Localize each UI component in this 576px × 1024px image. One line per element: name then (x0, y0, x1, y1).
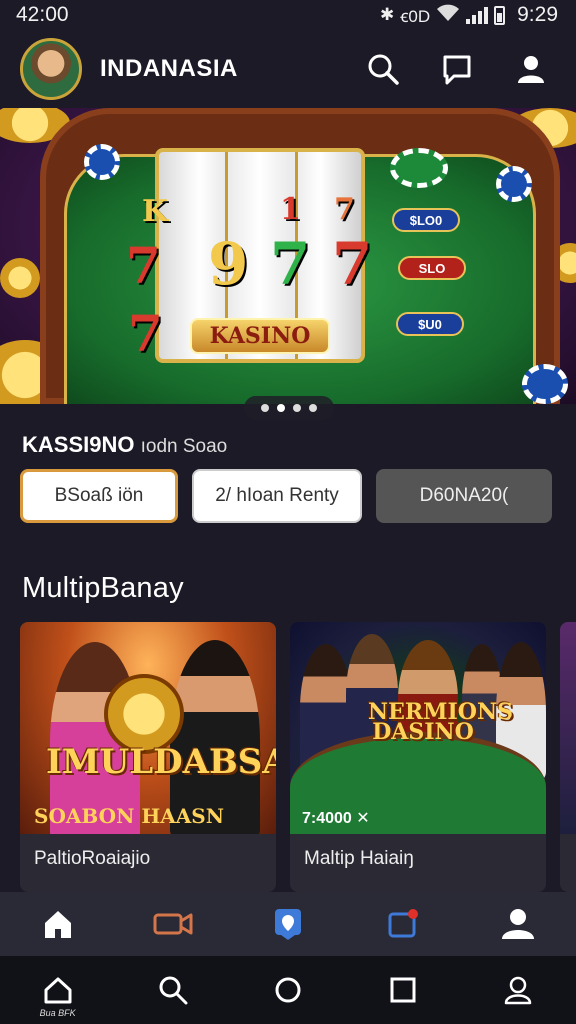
coin-icon (0, 258, 40, 298)
signal-icon (466, 6, 489, 24)
system-circle-icon[interactable] (268, 968, 308, 1012)
app-header: INDANASIA (0, 30, 576, 108)
reel-symbol: 7 (270, 230, 311, 298)
poker-chip-icon (84, 144, 120, 180)
user-icon[interactable] (498, 904, 538, 944)
reel-symbol: 7 (126, 236, 161, 295)
bluetooth-icon: ✱ (379, 5, 395, 24)
reel-symbol: 1 (280, 192, 301, 227)
game-card-image (560, 622, 576, 834)
status-bar: 42:00 ✱ ꞓ0D 9:29 (0, 0, 576, 30)
profile-icon[interactable] (514, 52, 548, 86)
carousel-dot-active[interactable] (277, 404, 285, 412)
home-icon[interactable] (38, 904, 78, 944)
kasino-label: KASINO (190, 318, 330, 354)
system-nav-bar: Bua BFK (0, 956, 576, 1024)
game-card[interactable]: NERMIONS DASINO 7:4000 ✕ Maltip Haiaiŋ (290, 622, 546, 892)
filter-button-2[interactable]: 2/ hIoan Renty (192, 469, 362, 523)
status-time-left: 42:00 (16, 3, 69, 26)
system-search-icon[interactable] (153, 968, 193, 1012)
section-heading-rest: ıodn Soao (140, 436, 228, 457)
filter-button-3[interactable]: D60NA20( (376, 469, 552, 523)
game-card-image: NERMIONS DASINO 7:4000 ✕ (290, 622, 546, 834)
reel-symbol: 9 (208, 230, 249, 298)
card-title-art: IMULDABSA! (46, 742, 276, 782)
filter-button-1[interactable]: BSoaß iön (20, 469, 178, 523)
carousel-dot[interactable] (261, 404, 269, 412)
carousel-dot[interactable] (293, 404, 301, 412)
reel-symbol: 7 (128, 304, 163, 363)
nfc-icon: ꞓ0D (400, 6, 431, 26)
game-card[interactable]: IMULDABSA! SOABON HAASN PaltioRoaiajio (20, 622, 276, 892)
avatar[interactable] (20, 38, 82, 100)
filter-row: BSoaß iön 2/ hIoan Renty D60NA20( (20, 469, 552, 523)
bet-pill: SLO (398, 256, 466, 280)
wifi-icon (436, 4, 460, 27)
card-subtitle-art: SOABON HAASN (34, 804, 224, 828)
carousel-indicator[interactable] (244, 396, 334, 420)
game-card-list: IMULDABSA! SOABON HAASN PaltioRoaiajio N… (20, 622, 576, 892)
section-heading-bold: KASSI9NO (22, 432, 135, 457)
search-icon[interactable] (366, 52, 400, 86)
card-title-art: NERMIONS DASINO (368, 699, 513, 745)
game-card-name: Maltip Haiaiŋ (304, 848, 414, 869)
poker-chip-icon (496, 166, 532, 202)
bet-pill: $U0 (396, 312, 464, 336)
bottom-nav (0, 892, 576, 956)
status-time-right: 9:29 (517, 3, 558, 26)
map-pin-icon[interactable] (268, 904, 308, 944)
app-name: INDANASIA (100, 55, 238, 82)
section-title: MultipBanay (22, 572, 184, 604)
system-recents-icon[interactable] (383, 968, 423, 1012)
game-card-image: IMULDABSA! SOABON HAASN (20, 622, 276, 834)
carousel-dot[interactable] (309, 404, 317, 412)
chat-icon[interactable] (440, 52, 474, 86)
reel-symbol: 7 (332, 230, 373, 298)
battery-icon (494, 5, 506, 25)
reel-symbol: K (142, 194, 169, 229)
reel-symbol: 7 (334, 192, 355, 227)
system-profile-icon[interactable] (498, 968, 538, 1012)
promo-banner[interactable]: K 1 7 7 9 7 7 7 KASINO $LO0 SLO $U0 (0, 108, 576, 404)
video-icon[interactable] (153, 904, 193, 944)
game-card-partial[interactable] (560, 622, 576, 892)
card-subtitle-art: 7:4000 ✕ (302, 810, 370, 827)
system-home-icon[interactable]: Bua BFK (38, 968, 78, 1018)
notification-icon[interactable] (383, 904, 423, 944)
game-card-name: PaltioRoaiajio (34, 848, 151, 869)
bet-pill: $LO0 (392, 208, 460, 232)
poker-chip-icon (390, 148, 448, 188)
section-heading: KASSI9NO ıodn Soao (22, 432, 227, 458)
status-icons: ✱ ꞓ0D 9:29 (380, 3, 558, 27)
poker-chip-icon (522, 364, 568, 404)
system-home-caption: Bua BFK (39, 1008, 76, 1018)
